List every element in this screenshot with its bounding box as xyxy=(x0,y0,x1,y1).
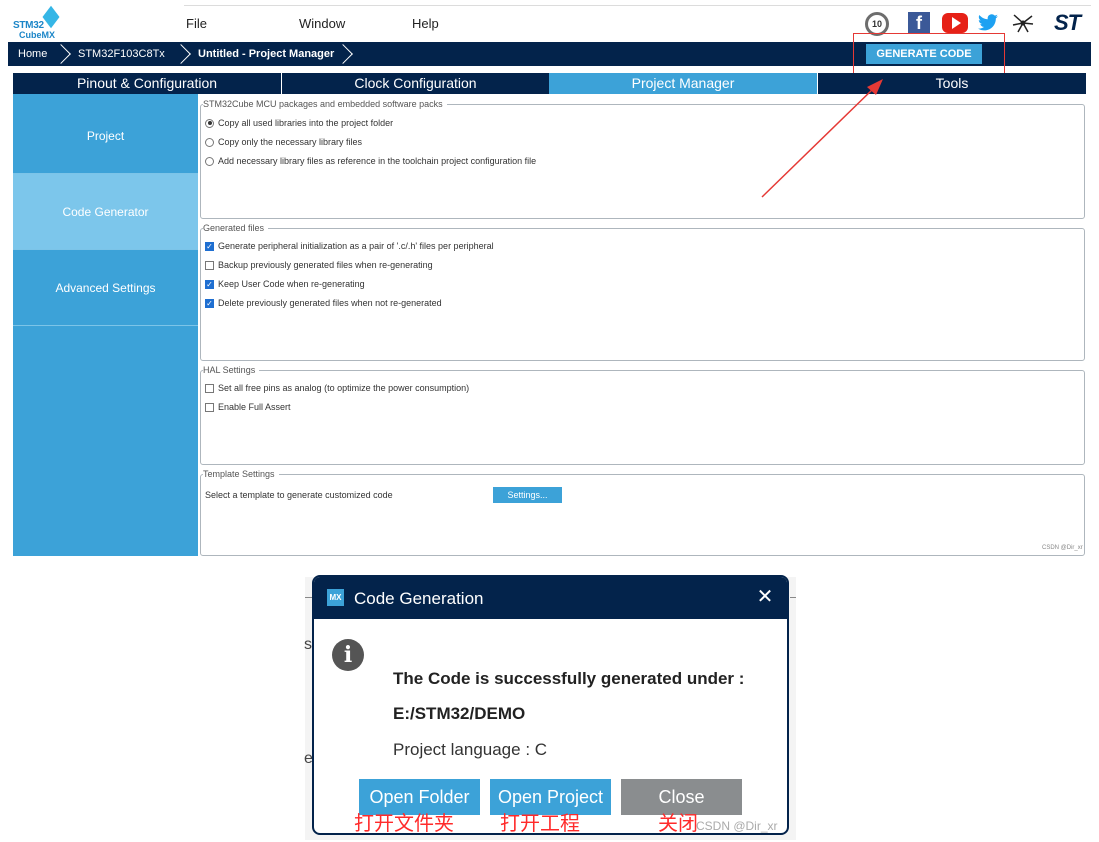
dialog-title-bar: MX Code Generation ✕ xyxy=(314,577,787,619)
mx-logo-icon: MX xyxy=(327,589,344,606)
logo-text-cubemx: CubeMX xyxy=(19,30,55,40)
tab-pinout[interactable]: Pinout & Configuration xyxy=(13,73,281,94)
close-icon[interactable]: ✕ xyxy=(754,585,776,609)
annotation-highlight-box xyxy=(853,33,1005,75)
option-label: Delete previously generated files when n… xyxy=(218,298,442,308)
option-label: Enable Full Assert xyxy=(218,402,291,412)
project-language: Project language : C xyxy=(393,740,548,759)
main-tabs: Pinout & Configuration Clock Configurati… xyxy=(13,73,1086,94)
info-icon: i xyxy=(332,639,364,671)
breadcrumb-project[interactable]: Untitled - Project Manager xyxy=(198,42,334,66)
nav-advanced-settings[interactable]: Advanced Settings xyxy=(13,250,198,326)
gen-option-backup[interactable]: Backup previously generated files when r… xyxy=(205,259,433,271)
youtube-icon[interactable] xyxy=(942,13,968,33)
twitter-icon[interactable] xyxy=(976,12,1000,34)
annotation-arrow xyxy=(761,79,883,198)
network-icon[interactable] xyxy=(1010,12,1036,34)
output-path: E:/STM32/DEMO xyxy=(393,704,526,723)
checkbox[interactable]: ✓ xyxy=(205,279,214,289)
generated-files-title: Generated files xyxy=(203,223,269,233)
menu-divider xyxy=(184,5,1091,6)
checkbox[interactable]: ✓ xyxy=(205,241,214,251)
chevron-right-icon xyxy=(174,44,188,64)
option-label: Keep User Code when re-generating xyxy=(218,279,365,289)
watermark: CSDN @Dir_xr xyxy=(696,819,778,833)
annotation-open-folder: 打开文件夹 xyxy=(354,813,454,835)
nav-code-generator[interactable]: Code Generator xyxy=(13,174,198,250)
radio-button[interactable] xyxy=(205,156,214,166)
cubemx-logo: STM32 CubeMX xyxy=(11,5,63,40)
breadcrumb-home[interactable]: Home xyxy=(18,42,47,66)
option-label: Add necessary library files as reference… xyxy=(218,156,537,166)
checkbox[interactable]: ✓ xyxy=(205,298,214,308)
cube-icon xyxy=(42,5,60,29)
packs-option-copy-necessary[interactable]: Copy only the necessary library files xyxy=(205,136,362,148)
menu-file[interactable]: File xyxy=(186,16,207,31)
chevron-right-icon xyxy=(336,44,350,64)
template-settings-group xyxy=(200,474,1085,556)
packs-option-copy-all[interactable]: Copy all used libraries into the project… xyxy=(205,117,393,129)
option-label: Copy only the necessary library files xyxy=(218,137,363,147)
dialog-title: Code Generation xyxy=(354,589,484,608)
checkbox[interactable] xyxy=(205,402,214,412)
breadcrumb-device[interactable]: STM32F103C8Tx xyxy=(78,42,165,66)
project-manager-nav: Project Code Generator Advanced Settings xyxy=(13,94,198,556)
radio-button[interactable] xyxy=(205,137,214,147)
hal-settings-title: HAL Settings xyxy=(203,365,260,375)
checkbox[interactable] xyxy=(205,383,214,393)
radio-button[interactable] xyxy=(205,118,214,128)
option-label: Copy all used libraries into the project… xyxy=(218,118,394,128)
template-settings-title: Template Settings xyxy=(203,469,279,479)
background-text: s xyxy=(304,636,312,653)
watermark: CSDN @Dir_xr xyxy=(1042,545,1083,551)
annotation-open-project: 打开工程 xyxy=(500,813,580,835)
template-settings-button[interactable]: Settings... xyxy=(493,487,562,503)
chevron-right-icon xyxy=(54,44,68,64)
option-label: Set all free pins as analog (to optimize… xyxy=(218,383,470,393)
hal-option-analog-pins[interactable]: Set all free pins as analog (to optimize… xyxy=(205,382,469,394)
packs-group-title: STM32Cube MCU packages and embedded soft… xyxy=(203,99,447,109)
menu-window[interactable]: Window xyxy=(299,16,345,31)
gen-option-delete-old[interactable]: ✓ Delete previously generated files when … xyxy=(205,297,442,309)
checkbox[interactable] xyxy=(205,260,214,270)
code-generation-dialog: MX Code Generation ✕ i The Code is succe… xyxy=(312,575,789,835)
gen-option-keep-user-code[interactable]: ✓ Keep User Code when re-generating xyxy=(205,278,365,290)
option-label: Backup previously generated files when r… xyxy=(218,260,433,270)
success-message: The Code is successfully generated under… xyxy=(393,669,745,688)
hal-option-full-assert[interactable]: Enable Full Assert xyxy=(205,401,291,413)
menu-help[interactable]: Help xyxy=(412,16,439,31)
packs-option-add-reference[interactable]: Add necessary library files as reference… xyxy=(205,155,536,167)
gen-option-pair-files[interactable]: ✓ Generate peripheral initialization as a… xyxy=(205,240,494,252)
template-description: Select a template to generate customized… xyxy=(205,490,393,500)
tab-clock[interactable]: Clock Configuration xyxy=(281,73,549,94)
annotation-close: 关闭 xyxy=(658,813,698,835)
nav-project[interactable]: Project xyxy=(13,98,198,174)
option-label: Generate peripheral initialization as a … xyxy=(218,241,494,251)
st-logo[interactable]: ST xyxy=(1044,10,1090,35)
background-divider xyxy=(790,597,796,598)
facebook-icon[interactable]: f xyxy=(908,12,930,34)
